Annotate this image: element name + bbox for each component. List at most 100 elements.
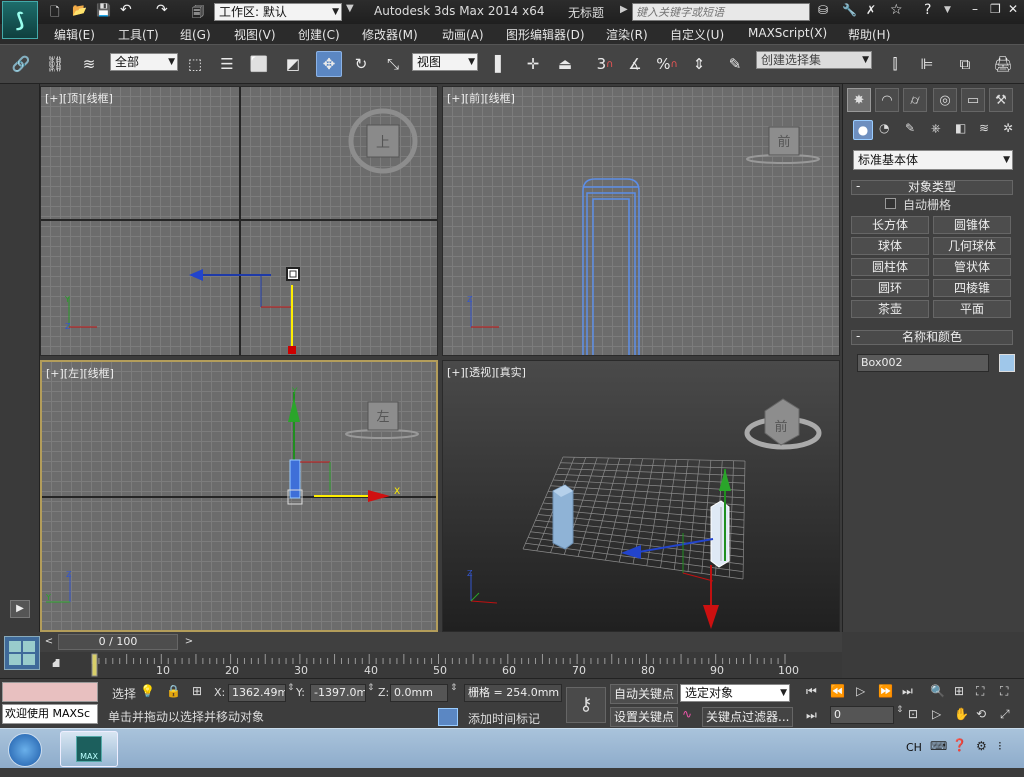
shapes-icon[interactable]: ◔ xyxy=(879,121,889,135)
spinner-snap-icon[interactable]: ⇕ xyxy=(686,51,712,77)
selection-filter-dropdown[interactable]: 全部 xyxy=(110,53,178,71)
motion-tab-icon[interactable]: ◎ xyxy=(933,88,957,112)
auto-key-button[interactable]: 自动关键点 xyxy=(610,684,679,704)
geosphere-button[interactable]: 几何球体 xyxy=(933,237,1011,255)
taskbar-max-app[interactable]: MAX xyxy=(60,731,118,767)
help-search-input[interactable] xyxy=(632,3,810,21)
frame-spinner-icon[interactable]: ⇕ xyxy=(896,705,904,715)
select-move-icon[interactable]: ✥ xyxy=(316,51,342,77)
layer-manager-icon[interactable]: ⧉ xyxy=(952,51,978,77)
utilities-tab-icon[interactable]: ⚒ xyxy=(989,88,1013,112)
goto-start-icon[interactable]: ⏮ xyxy=(806,684,817,699)
unlink-icon[interactable]: ⛓ xyxy=(42,51,68,77)
cylinder-button[interactable]: 圆柱体 xyxy=(851,258,929,276)
systems-icon[interactable]: ✲ xyxy=(1003,121,1013,135)
current-frame-field[interactable]: 0 xyxy=(830,706,894,724)
goto-end-icon[interactable]: ⏭ xyxy=(902,684,913,699)
help-dropdown-icon[interactable]: ▼ xyxy=(944,5,951,15)
key-mode-icon[interactable]: ⏭ xyxy=(806,708,817,723)
time-slider[interactable]: 0 / 100 xyxy=(58,634,178,650)
menu-maxscript[interactable]: MAXScript(X) xyxy=(748,26,827,40)
time-config-icon[interactable]: ⊡ xyxy=(908,707,918,721)
undo-icon[interactable]: ↶ xyxy=(120,2,132,18)
orbit-icon[interactable]: ⟲ xyxy=(976,707,986,721)
viewport-front[interactable]: [+][前][线框] 前 Z xyxy=(442,86,840,356)
expand-arrow-icon[interactable]: ▶ xyxy=(10,600,30,618)
menu-help[interactable]: 帮助(H) xyxy=(848,26,890,43)
angle-snap-icon[interactable]: ∡ xyxy=(622,51,648,77)
track-bar[interactable]: 10 20 30 40 50 60 70 80 90 100 xyxy=(40,652,842,678)
category-dropdown[interactable]: 标准基本体 xyxy=(853,150,1013,170)
input-language[interactable]: CH xyxy=(906,741,922,754)
object-type-rollout[interactable]: - 对象类型 xyxy=(851,180,1013,195)
menu-views[interactable]: 视图(V) xyxy=(234,26,276,43)
tray-expand-icon[interactable]: ⁝ xyxy=(998,739,1002,753)
tube-button[interactable]: 管状体 xyxy=(933,258,1011,276)
display-tab-icon[interactable]: ▭ xyxy=(961,88,985,112)
field-of-view-icon[interactable]: ▷ xyxy=(932,707,941,721)
snaps-toggle-icon[interactable]: 3 ∩ xyxy=(592,51,618,77)
keyboard-icon[interactable]: ⌨ xyxy=(930,739,947,753)
x-spinner-icon[interactable]: ⇕ xyxy=(287,683,295,693)
project-folder-icon[interactable]: 🗐 xyxy=(192,3,204,24)
key-filters-button[interactable]: 关键点过滤器... xyxy=(702,707,794,727)
zoom-extents-icon[interactable]: ⛶ xyxy=(976,684,984,699)
app-logo-button[interactable]: ⟆ xyxy=(2,1,38,39)
plane-button[interactable]: 平面 xyxy=(933,300,1011,318)
pivot-center-icon[interactable]: ▐ xyxy=(482,51,508,77)
minimize-icon[interactable]: – xyxy=(972,2,978,16)
restore-icon[interactable]: ❐ xyxy=(990,2,1001,16)
cone-button[interactable]: 圆锥体 xyxy=(933,216,1011,234)
object-name-field[interactable]: Box002 xyxy=(857,354,989,372)
selected-object-dropdown[interactable]: 选定对象 xyxy=(680,684,790,702)
y-spinner-icon[interactable]: ⇕ xyxy=(367,683,375,693)
viewport-label[interactable]: [+][前][线框] xyxy=(447,90,515,106)
menu-rendering[interactable]: 渲染(R) xyxy=(606,26,648,43)
viewport-top[interactable]: [+][顶][线框] 上 Y Z xyxy=(40,86,438,356)
set-key-button[interactable]: 设置关键点 xyxy=(610,707,679,727)
workspace-dropdown[interactable]: 工作区: 默认 xyxy=(214,3,342,21)
redo-icon[interactable]: ↷ xyxy=(156,2,168,18)
selection-lock-icon[interactable]: 🔒 xyxy=(166,684,181,698)
tray-settings-icon[interactable]: ⚙ xyxy=(976,739,987,753)
keyboard-shortcut-icon[interactable]: ⏏ xyxy=(552,51,578,77)
viewport-perspective[interactable]: [+][透视][真实] 前 Z xyxy=(442,360,840,632)
geometry-icon[interactable]: ● xyxy=(853,120,873,140)
isolate-bulb-icon[interactable]: 💡 xyxy=(140,684,155,698)
cameras-icon[interactable]: ⎈ xyxy=(931,121,941,136)
viewport-layout-icon[interactable] xyxy=(4,636,40,670)
helpers-icon[interactable]: ◧ xyxy=(955,121,966,135)
help-icon[interactable]: ? xyxy=(924,2,931,18)
hierarchy-tab-icon[interactable]: ⌭ xyxy=(903,88,927,112)
menu-group[interactable]: 组(G) xyxy=(180,26,211,43)
new-file-icon[interactable]: 🗋 xyxy=(50,3,60,24)
select-manipulate-icon[interactable]: ✛ xyxy=(520,51,546,77)
maxscript-mini-listener[interactable]: 欢迎使用 MAXSc xyxy=(2,704,98,724)
reference-coord-dropdown[interactable]: 视图 xyxy=(412,53,478,71)
next-key-icon[interactable]: ⏩ xyxy=(878,684,893,698)
menu-modifiers[interactable]: 修改器(M) xyxy=(362,26,418,43)
binoculars-icon[interactable]: ⛁ xyxy=(818,3,828,17)
mini-curve-editor-icon[interactable]: ⛘ xyxy=(52,656,60,672)
absolute-mode-icon[interactable]: ⊞ xyxy=(192,684,202,698)
prev-key-icon[interactable]: ⏪ xyxy=(830,684,845,698)
maxscript-mini-listener-pink[interactable] xyxy=(2,682,98,702)
select-rotate-icon[interactable]: ↻ xyxy=(348,51,374,77)
key-filters-curve-icon[interactable]: ∿ xyxy=(682,707,692,721)
subscription-icon[interactable]: 🔧 xyxy=(842,3,857,17)
viewport-left[interactable]: [+][左][线框] 左 Y X Z Y xyxy=(40,360,438,632)
zoom-extents-all-icon[interactable]: ⛶ xyxy=(1000,684,1008,699)
link-icon[interactable]: 🔗 xyxy=(8,51,34,77)
menu-graph-editors[interactable]: 图形编辑器(D) xyxy=(506,26,585,43)
tray-help-icon[interactable]: ❓ xyxy=(952,738,967,752)
zoom-icon[interactable]: 🔍 xyxy=(930,684,945,698)
viewport-label[interactable]: [+][顶][线框] xyxy=(45,90,113,106)
window-crossing-icon[interactable]: ◩ xyxy=(280,51,306,77)
mirror-icon[interactable]: ⫿ xyxy=(882,51,908,77)
box-button[interactable]: 长方体 xyxy=(851,216,929,234)
open-file-icon[interactable]: 📂 xyxy=(72,3,87,17)
torus-button[interactable]: 圆环 xyxy=(851,279,929,297)
sphere-button[interactable]: 球体 xyxy=(851,237,929,255)
y-coordinate-field[interactable]: -1397.0mm xyxy=(310,684,366,702)
zoom-all-icon[interactable]: ⊞ xyxy=(954,684,964,698)
